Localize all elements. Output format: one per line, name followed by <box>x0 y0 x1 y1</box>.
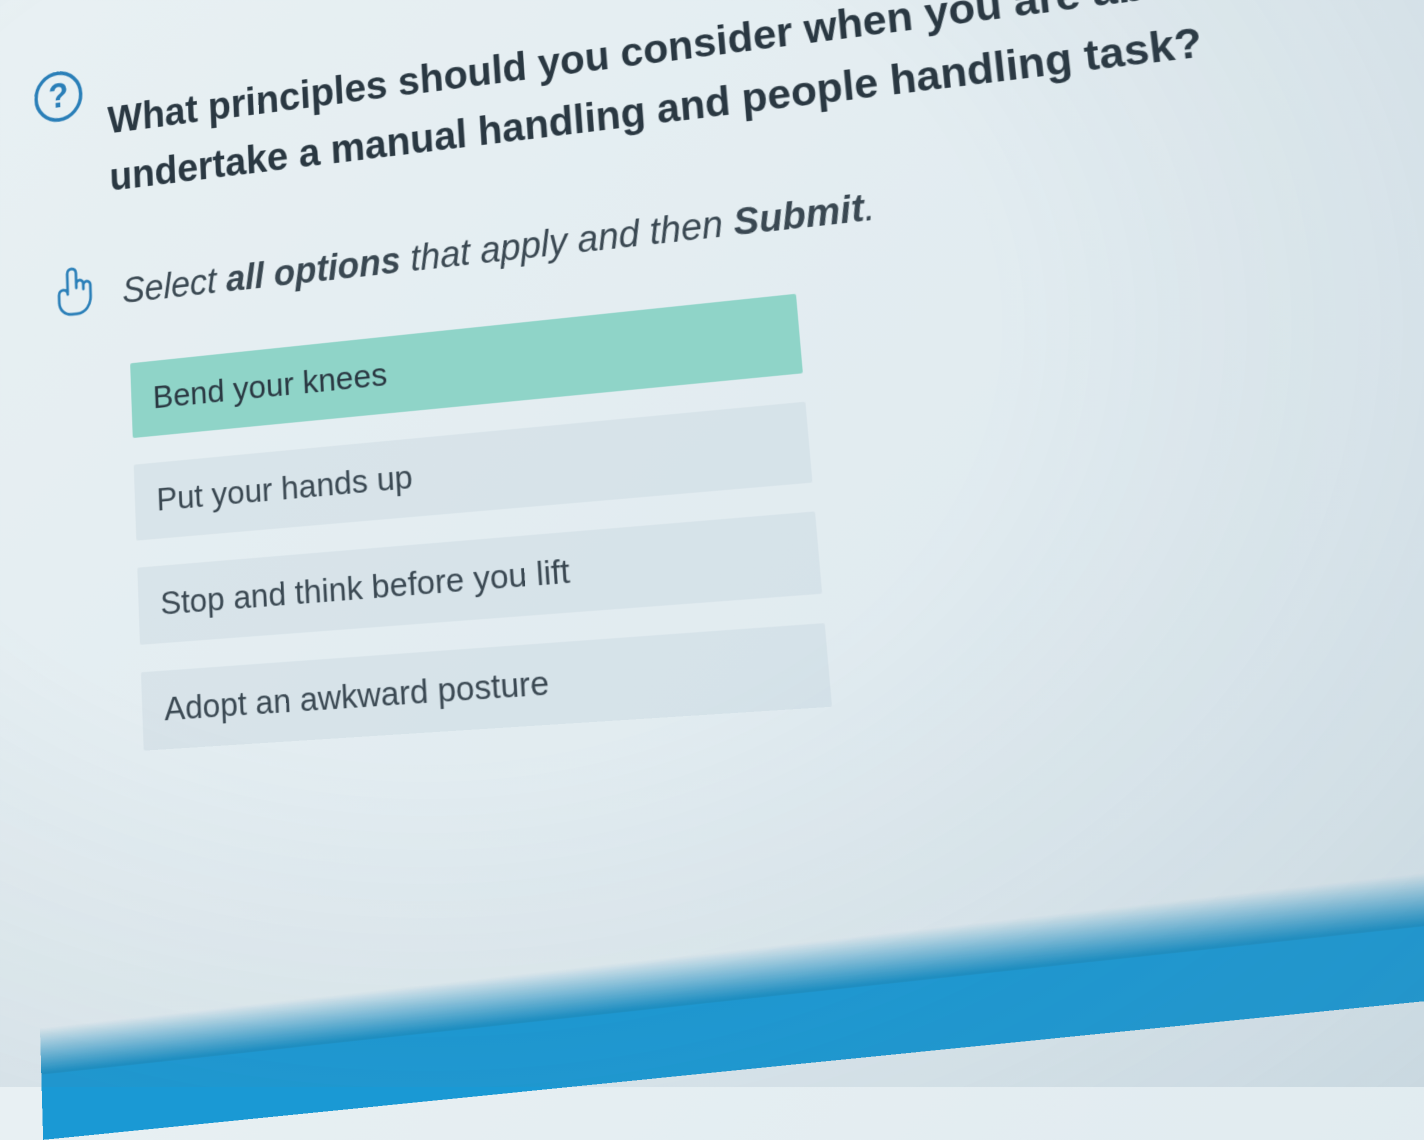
footer-bar <box>40 869 1424 1140</box>
instruction-emphasis-options: all options <box>225 241 402 300</box>
option-label: Put your hands up <box>156 459 414 519</box>
quiz-content: ? What principles should you consider wh… <box>34 0 1424 757</box>
instruction-middle: that apply and then <box>399 203 735 281</box>
instruction-prefix: Select <box>122 261 227 312</box>
question-icon-glyph: ? <box>48 76 69 117</box>
option-label: Bend your knees <box>152 356 388 416</box>
instruction-suffix: . <box>862 187 877 230</box>
pointer-hand-icon <box>48 263 99 320</box>
option-label: Stop and think before you lift <box>160 552 571 622</box>
instruction-text: Select all options that apply and then S… <box>121 174 877 317</box>
footer-bar-inner <box>41 921 1424 1139</box>
options-list: Bend your knees Put your hands up Stop a… <box>130 294 832 751</box>
instruction-emphasis-submit: Submit <box>732 188 866 244</box>
option-label: Adopt an awkward posture <box>164 664 551 729</box>
option-item[interactable]: Adopt an awkward posture <box>141 623 832 751</box>
question-mark-icon: ? <box>34 68 84 125</box>
